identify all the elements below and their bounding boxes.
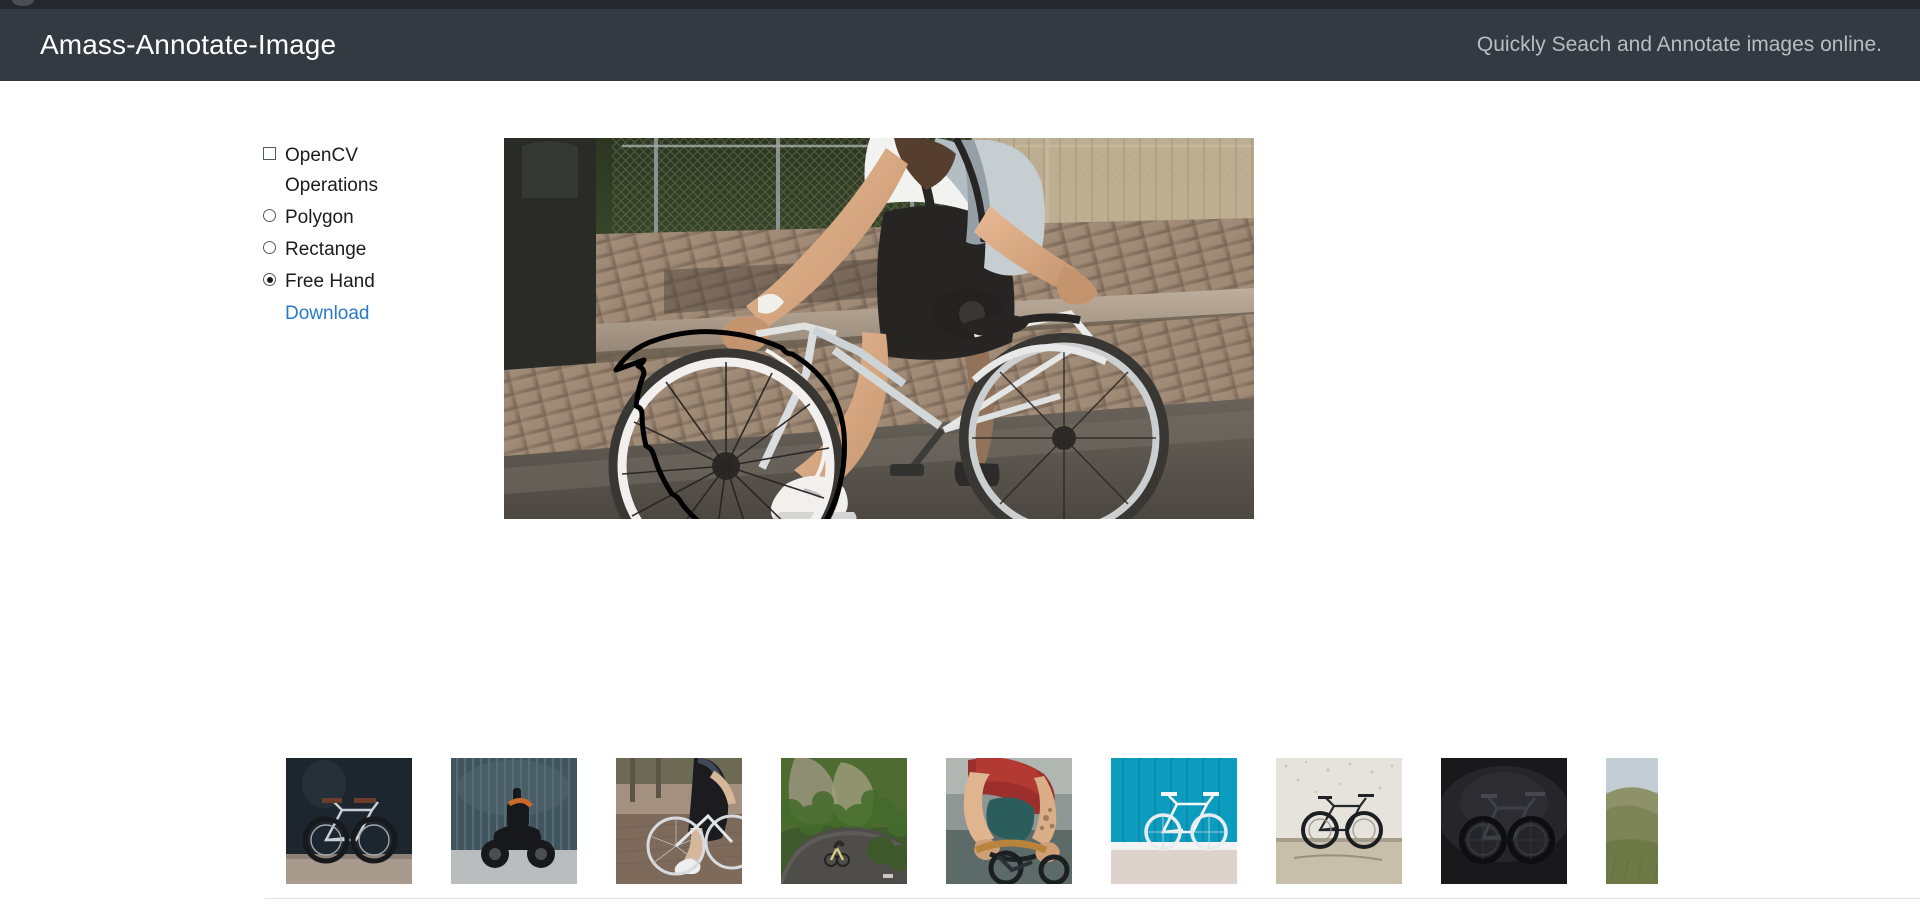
app-header: Amass-Annotate-Image Quickly Seach and A… bbox=[0, 9, 1920, 81]
thumbnail-item[interactable] bbox=[616, 758, 742, 884]
tool-option-label: OpenCV Operations bbox=[285, 145, 378, 196]
radio-icon-rectangle[interactable] bbox=[263, 241, 276, 254]
content-divider bbox=[265, 898, 1920, 899]
tool-option-rectangle[interactable]: Rectange bbox=[263, 235, 393, 265]
tool-option-free-hand[interactable]: Free Hand bbox=[263, 267, 393, 297]
thumbnail-item[interactable] bbox=[451, 758, 577, 884]
thumbnail-strip[interactable] bbox=[0, 758, 1920, 888]
download-row: Download bbox=[263, 299, 393, 329]
main-stage: OpenCV Operations Polygon Rectange Free … bbox=[0, 81, 1920, 905]
tool-option-opencv-operations[interactable]: OpenCV Operations bbox=[263, 141, 393, 201]
thumbnail-item[interactable] bbox=[946, 758, 1072, 884]
thumbnail-item[interactable] bbox=[1276, 758, 1402, 884]
radio-icon-free-hand[interactable] bbox=[263, 273, 276, 286]
browser-tab-indicator-icon bbox=[12, 0, 34, 6]
thumbnail-track bbox=[286, 758, 1658, 884]
tool-option-polygon[interactable]: Polygon bbox=[263, 203, 393, 233]
tool-option-label: Polygon bbox=[285, 207, 354, 228]
annotation-canvas[interactable] bbox=[504, 138, 1254, 519]
main-photo bbox=[504, 138, 1254, 519]
thumbnail-item[interactable] bbox=[1441, 758, 1567, 884]
tool-option-label: Rectange bbox=[285, 239, 367, 260]
download-link[interactable]: Download bbox=[285, 299, 370, 329]
thumbnail-item[interactable] bbox=[1111, 758, 1237, 884]
annotation-tool-panel: OpenCV Operations Polygon Rectange Free … bbox=[263, 141, 393, 331]
tool-option-label: Free Hand bbox=[285, 271, 375, 292]
header-tagline: Quickly Seach and Annotate images online… bbox=[1476, 33, 1882, 56]
thumbnail-item[interactable] bbox=[1606, 758, 1658, 884]
page-title: Amass-Annotate-Image bbox=[40, 29, 337, 60]
thumbnail-item[interactable] bbox=[286, 758, 412, 884]
radio-icon-polygon[interactable] bbox=[263, 209, 276, 222]
thumbnail-item[interactable] bbox=[781, 758, 907, 884]
browser-chrome-strip bbox=[0, 0, 1920, 9]
checkbox-icon-opencv[interactable] bbox=[263, 147, 276, 160]
